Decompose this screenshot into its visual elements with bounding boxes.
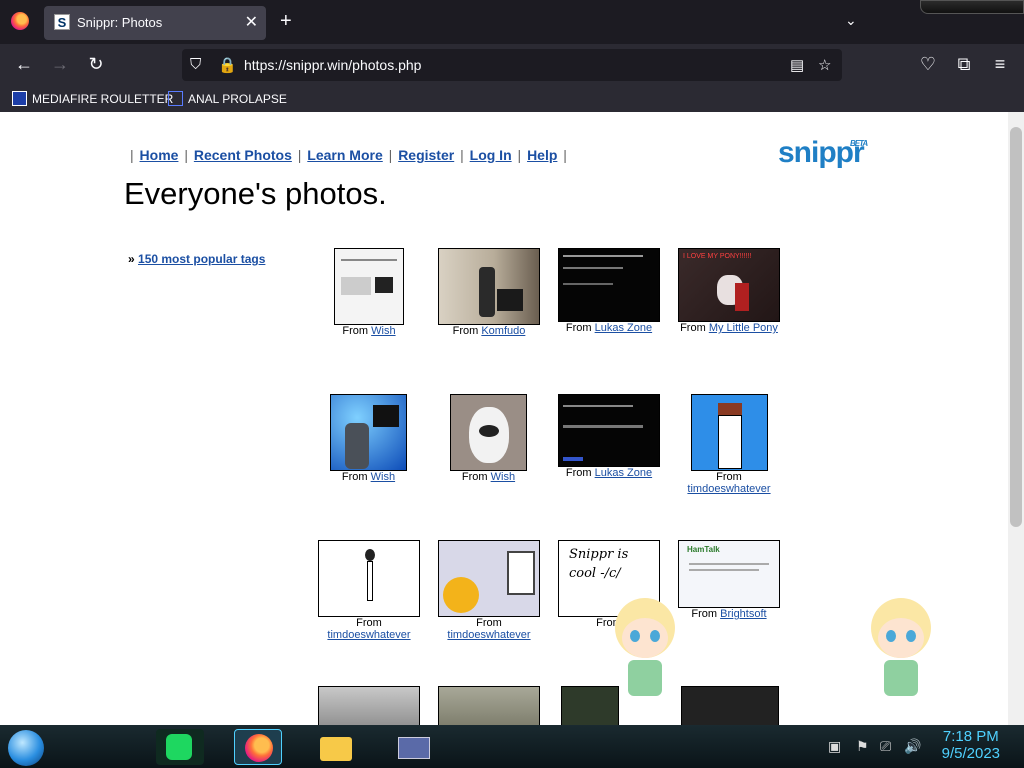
new-tab-button[interactable]: + [280, 10, 292, 33]
photo-source-link[interactable]: timdoeswhatever [327, 629, 410, 641]
folder-icon [168, 91, 183, 106]
lock-icon[interactable]: 🔒 [218, 56, 237, 74]
photo-source-link[interactable]: Lukas Zone [595, 467, 652, 479]
window-decoration [920, 0, 1024, 14]
taskbar: ▣ ⚑ ⎚ 🔊 7:18 PM 9/5/2023 [0, 725, 1024, 768]
photo-card: From Wish [329, 394, 408, 483]
photo-thumbnail[interactable]: I LOVE MY PONY!!!!!! [678, 248, 780, 322]
vertical-scrollbar[interactable] [1008, 112, 1024, 725]
shield-icon[interactable]: ⛉ [190, 56, 201, 73]
photo-card: HamTalk From Brightsoft [677, 540, 781, 620]
snippr-favicon-icon: S [54, 14, 70, 30]
photo-thumbnail[interactable] [681, 686, 779, 725]
photo-card: From timdoeswhatever [687, 394, 771, 495]
photo-source-link[interactable]: Komfudo [481, 325, 525, 337]
photo-thumbnail[interactable] [334, 248, 404, 325]
snippr-logo[interactable]: snippr BETA [778, 136, 868, 170]
mediafire-icon [12, 91, 27, 106]
photo-card: From Lukas Zone [557, 394, 661, 479]
photo-thumbnail[interactable] [330, 394, 407, 471]
nav-home-link[interactable]: Home [140, 147, 179, 163]
bookmark-anal-prolapse[interactable]: ANAL PROLAPSE [168, 91, 287, 106]
photo-thumbnail[interactable] [558, 248, 660, 322]
photo-source-link[interactable]: Brightsoft [720, 608, 766, 620]
menu-icon[interactable]: ≡ [988, 54, 1012, 75]
photo-card: From Wish [449, 394, 528, 483]
scrollbar-thumb[interactable] [1010, 127, 1022, 527]
photo-thumbnail[interactable] [438, 248, 540, 325]
photo-source-link[interactable]: Wish [371, 471, 395, 483]
tab-bar: S Snippr: Photos ✕ + ⌄ [0, 0, 1024, 44]
bookmark-mediafire[interactable]: MEDIAFIRE ROULETTER [12, 91, 173, 106]
file-explorer-icon[interactable] [312, 729, 360, 765]
photo-source-link[interactable]: Wish [371, 325, 395, 337]
photo-thumbnail[interactable]: HamTalk [678, 540, 780, 608]
photo-card: From timdoeswhatever [437, 540, 541, 641]
clock-date: 9/5/2023 [941, 745, 1000, 762]
pocket-icon[interactable]: ♡ [916, 54, 940, 75]
nav-help-link[interactable]: Help [527, 147, 557, 163]
photo-source-link[interactable]: timdoeswhatever [447, 629, 530, 641]
photo-source-link[interactable]: timdoeswhatever [687, 483, 770, 495]
photo-card: I LOVE MY PONY!!!!!! From My Little Pony [677, 248, 781, 334]
photo-thumbnail[interactable] [318, 686, 420, 725]
forward-button[interactable]: → [48, 54, 72, 75]
nav-login-link[interactable]: Log In [470, 147, 512, 163]
popular-tags-link[interactable]: 150 most popular tags [138, 252, 265, 266]
photo-card [317, 686, 421, 725]
photo-card: From Komfudo [437, 248, 541, 337]
nav-register-link[interactable]: Register [398, 147, 454, 163]
taskbar-clock[interactable]: 7:18 PM 9/5/2023 [942, 728, 1000, 762]
reader-view-icon[interactable]: ▤ [790, 56, 804, 74]
nav-learn-more-link[interactable]: Learn More [307, 147, 382, 163]
desktop-mascot [866, 598, 936, 718]
firefox-app-icon[interactable] [234, 729, 282, 765]
photo-card [437, 686, 541, 725]
network-icon[interactable]: ⎚ [880, 738, 891, 755]
photo-thumbnail[interactable] [450, 394, 527, 471]
clock-time: 7:18 PM [942, 728, 999, 745]
photo-thumbnail[interactable] [318, 540, 420, 617]
url-text[interactable]: https://snippr.win/photos.php [244, 57, 421, 73]
nav-recent-photos-link[interactable]: Recent Photos [194, 147, 292, 163]
nav-bar: ← → ↻ ⛉ 🔒 https://snippr.win/photos.php … [0, 44, 1024, 86]
photo-source-link[interactable]: Lukas Zone [595, 322, 652, 334]
photo-card: From Lukas Zone [557, 248, 661, 334]
tab-snippr-photos[interactable]: S Snippr: Photos ✕ [44, 6, 266, 40]
beta-badge: BETA [850, 139, 868, 148]
reload-button[interactable]: ↻ [84, 54, 108, 75]
photo-thumbnail[interactable] [438, 540, 540, 617]
chevron-down-icon[interactable]: ⌄ [845, 12, 857, 29]
bookmark-star-icon[interactable]: ☆ [818, 56, 831, 74]
photo-source-link[interactable]: My Little Pony [709, 322, 778, 334]
page-title: Everyone's photos. [124, 176, 387, 211]
desktop-mascot [610, 598, 680, 718]
photo-thumbnail[interactable] [438, 686, 540, 725]
url-bar[interactable]: ⛉ 🔒 https://snippr.win/photos.php ▤ ☆ [182, 49, 842, 81]
firefox-icon[interactable] [11, 12, 29, 30]
photo-source-link[interactable]: Wish [491, 471, 515, 483]
site-nav: | Home | Recent Photos | Learn More | Re… [130, 147, 567, 163]
popular-tags: » 150 most popular tags [128, 252, 266, 266]
photo-thumbnail[interactable] [690, 394, 768, 471]
back-button[interactable]: ← [12, 54, 36, 75]
photo-card [680, 686, 780, 725]
extensions-icon[interactable]: ⧉ [952, 54, 976, 75]
tab-title: Snippr: Photos [77, 15, 163, 30]
photo-card: From Wish [333, 248, 405, 337]
flag-icon[interactable]: ⚑ [856, 738, 869, 755]
window-app-icon[interactable] [390, 729, 438, 765]
close-icon[interactable]: ✕ [245, 12, 258, 32]
photo-card: From timdoeswhatever [317, 540, 421, 641]
app-tray-icon[interactable]: ▣ [828, 738, 841, 755]
volume-icon[interactable]: 🔊 [904, 738, 921, 755]
photo-thumbnail[interactable] [558, 394, 660, 467]
start-button[interactable] [8, 730, 44, 766]
bookmarks-bar: MEDIAFIRE ROULETTER ANAL PROLAPSE [0, 86, 1024, 112]
page-content: | Home | Recent Photos | Learn More | Re… [0, 112, 1008, 725]
spotify-app-icon[interactable] [156, 729, 204, 765]
